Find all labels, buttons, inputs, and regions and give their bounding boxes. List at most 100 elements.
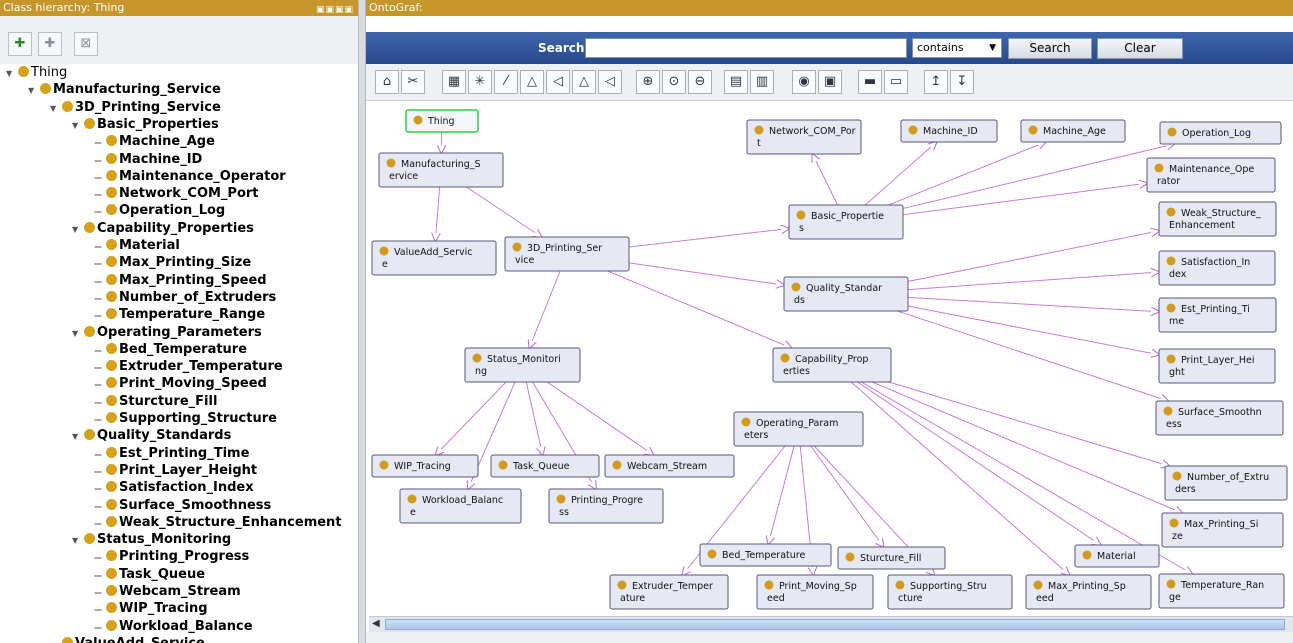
tree-item[interactable]: — Supporting_Structure <box>94 410 277 427</box>
expand-arrow-icon[interactable]: ▼ <box>50 100 62 117</box>
tree-layout-icon[interactable]: △ <box>520 70 544 94</box>
graph-node-qs[interactable]: Quality_Standards <box>783 276 909 312</box>
graph-node-ss[interactable]: Surface_Smoothness <box>1155 400 1284 436</box>
scroll-left-icon[interactable]: ◀ <box>372 618 380 629</box>
graph-node-ws[interactable]: Webcam_Stream <box>604 454 735 478</box>
graph-node-tr[interactable]: Temperature_Range <box>1158 573 1285 609</box>
home-icon[interactable]: ⌂ <box>375 70 399 94</box>
remove-icon[interactable]: ✂ <box>401 70 425 94</box>
radial-layout-icon[interactable]: ✳ <box>468 70 492 94</box>
graph-node-noe[interactable]: Number_of_Extruders <box>1164 465 1288 501</box>
horizontal-tree-2-icon[interactable]: ◁ <box>598 70 622 94</box>
tree-item[interactable]: — Number_of_Extruders <box>94 289 276 306</box>
graph-node-3d[interactable]: 3D_Printing_Service <box>504 236 630 272</box>
tree-item[interactable]: — Machine_Age <box>94 133 215 150</box>
tree-item[interactable]: — Network_COM_Port <box>94 185 259 202</box>
spring-layout-icon[interactable]: ⁄ <box>494 70 518 94</box>
graph-node-va[interactable]: ValueAdd_Service <box>371 240 497 276</box>
tree-item[interactable]: ▼ Quality_Standards <box>72 427 231 444</box>
tree-item[interactable]: — Weak_Structure_Enhancement <box>94 514 342 531</box>
tree-item[interactable]: ▼ Basic_Properties <box>72 116 219 133</box>
expand-arrow-icon[interactable]: ▼ <box>72 325 84 342</box>
filter-nodes-icon[interactable]: ▤ <box>724 70 748 94</box>
tree-item[interactable]: — Printing_Progress <box>94 548 249 565</box>
tree-item[interactable]: ▼ Thing <box>6 64 67 81</box>
zoom-reset-icon[interactable]: ⊙ <box>662 70 686 94</box>
match-mode-select[interactable]: contains ▼ <box>912 38 1002 58</box>
export-icon[interactable]: ↥ <box>924 70 948 94</box>
tree-item[interactable]: — Max_Printing_Speed <box>94 272 267 289</box>
expand-arrow-icon[interactable]: ▼ <box>72 532 84 549</box>
tree-item[interactable]: — Material <box>94 237 180 254</box>
expand-arrow-icon[interactable]: ▼ <box>6 65 18 82</box>
horizontal-tree-icon[interactable]: ◁ <box>546 70 570 94</box>
import-icon[interactable]: ↧ <box>950 70 974 94</box>
horizontal-scrollbar[interactable]: ◀ <box>369 616 1293 633</box>
expand-arrow-icon[interactable]: ▼ <box>28 82 40 99</box>
graph-node-mid[interactable]: Machine_ID <box>900 119 998 143</box>
graph-node-olog[interactable]: Operation_Log <box>1159 121 1282 145</box>
tree-item[interactable]: — WIP_Tracing <box>94 600 208 617</box>
graph-node-op[interactable]: Operating_Parameters <box>733 411 864 447</box>
tree-item[interactable]: — Webcam_Stream <box>94 583 241 600</box>
graph-node-pp[interactable]: Printing_Progress <box>548 488 664 524</box>
tree-item[interactable]: ▼ Capability_Properties <box>72 220 254 237</box>
tree-item[interactable]: — Sturcture_Fill <box>94 393 217 410</box>
scrollbar-thumb[interactable] <box>385 619 1285 630</box>
graph-node-plh[interactable]: Print_Layer_Height <box>1158 348 1276 384</box>
graph-node-mat[interactable]: Material <box>1074 544 1160 568</box>
clear-button[interactable]: Clear <box>1097 38 1183 59</box>
filter-arcs-icon[interactable]: ▥ <box>750 70 774 94</box>
graph-node-mage[interactable]: Machine_Age <box>1020 119 1126 143</box>
tree-item[interactable]: — Print_Moving_Speed <box>94 375 267 392</box>
tree-item[interactable]: — Satisfaction_Index <box>94 479 254 496</box>
tree-item[interactable]: — Workload_Balance <box>94 618 253 635</box>
graph-node-mop[interactable]: Maintenance_Operator <box>1146 157 1276 193</box>
tree-item[interactable]: ▼ Operating_Parameters <box>72 324 262 341</box>
tree-item[interactable]: — Print_Layer_Height <box>94 462 257 479</box>
camera-icon[interactable]: ◉ <box>792 70 816 94</box>
tree-item[interactable]: — Operation_Log <box>94 202 225 219</box>
graph-node-cp[interactable]: Capability_Properties <box>772 347 892 383</box>
graph-node-ms[interactable]: Manufacturing_Service <box>378 152 504 188</box>
graph-node-wb[interactable]: Workload_Balance <box>399 488 522 524</box>
tree-item[interactable]: — Machine_ID <box>94 151 202 168</box>
tree-item[interactable]: — Est_Printing_Time <box>94 445 249 462</box>
tree-item[interactable]: — Temperature_Range <box>94 306 265 323</box>
ontograf-canvas[interactable]: Thing Manufacturing_S ervice ValueAdd_Servi… <box>369 101 1293 616</box>
graph-node-ncp[interactable]: Network_COM_Port <box>746 119 862 155</box>
search-input[interactable] <box>585 38 907 58</box>
tree-item[interactable]: — Surface_Smoothness <box>94 497 271 514</box>
graph-node-wse[interactable]: Weak_Structure_Enhancement <box>1158 201 1277 237</box>
expand-arrow-icon[interactable]: ▼ <box>72 117 84 134</box>
zoom-in-icon[interactable]: ⊕ <box>636 70 660 94</box>
zoom-out-icon[interactable]: ⊖ <box>688 70 712 94</box>
save-icon[interactable]: ▬ <box>858 70 882 94</box>
export-image-icon[interactable]: ▣ <box>818 70 842 94</box>
graph-node-sm[interactable]: Status_Monitoring <box>464 347 581 383</box>
search-button[interactable]: Search <box>1008 38 1092 59</box>
tree-item[interactable]: — Bed_Temperature <box>94 341 247 358</box>
tree-item[interactable]: ▼ 3D_Printing_Service <box>50 99 221 116</box>
graph-node-ept[interactable]: Est_Printing_Time <box>1158 297 1277 333</box>
add-subclass-icon[interactable]: ✚ <box>8 32 32 56</box>
panel-splitter[interactable] <box>358 0 366 643</box>
graph-node-mpsp[interactable]: Max_Printing_Speed <box>1025 574 1152 610</box>
tree-item[interactable]: — Max_Printing_Size <box>94 254 251 271</box>
tree-item[interactable]: — Maintenance_Operator <box>94 168 286 185</box>
graph-node-bp[interactable]: Basic_Properties <box>788 204 904 240</box>
tree-item[interactable]: ▼ Manufacturing_Service <box>28 81 221 98</box>
tree-layout-2-icon[interactable]: △ <box>572 70 596 94</box>
graph-node-wip[interactable]: WIP_Tracing <box>371 454 479 478</box>
tree-item[interactable]: — Task_Queue <box>94 566 205 583</box>
graph-node-sf[interactable]: Sturcture_Fill <box>837 546 946 570</box>
add-sibling-icon[interactable]: ✚ <box>38 32 62 56</box>
open-icon[interactable]: ▭ <box>884 70 908 94</box>
tree-item[interactable]: ▼ Status_Monitoring <box>72 531 231 548</box>
graph-node-mps[interactable]: Max_Printing_Size <box>1161 512 1284 548</box>
tree-item[interactable]: — ValueAdd_Service <box>50 635 205 643</box>
tree-item[interactable]: — Extruder_Temperature <box>94 358 283 375</box>
graph-node-et[interactable]: Extruder_Temperature <box>609 574 729 610</box>
graph-node-pms[interactable]: Print_Moving_Speed <box>756 574 874 610</box>
delete-class-icon[interactable]: ⊠ <box>74 32 98 56</box>
